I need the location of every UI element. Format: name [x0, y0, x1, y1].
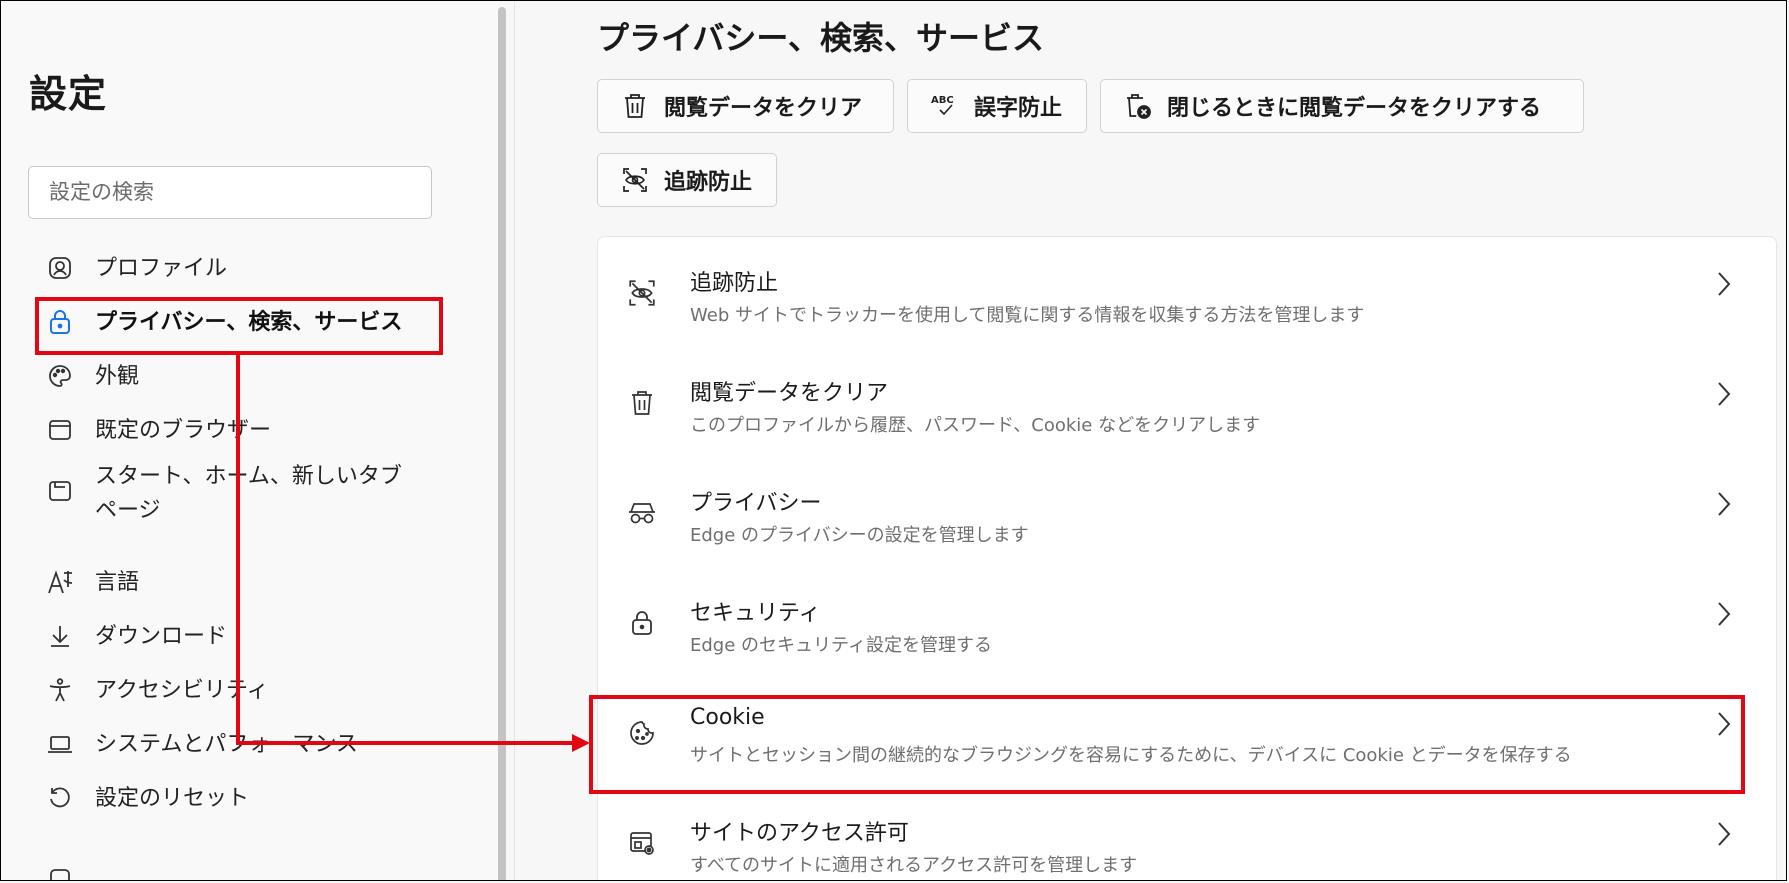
row-description: Edge のプライバシーの設定を管理します [690, 525, 1029, 546]
clear-browsing-data-button[interactable]: 閲覧データをクリア [597, 79, 894, 133]
chevron-right-icon [1718, 382, 1731, 406]
sidebar-item-label: プロファイル [95, 256, 228, 281]
settings-search-input[interactable]: 設定の検索 [28, 166, 432, 219]
sidebar-item-partial[interactable] [45, 863, 95, 880]
sidebar-item-label: 言語 [95, 570, 140, 595]
sidebar-item-label-group: スタート、ホーム、新しいタブ ページ [95, 460, 402, 528]
partial-item-icon [45, 864, 75, 880]
sidebar-item-system-performance[interactable]: システムとパフォーマンス [45, 728, 358, 762]
sidebar-item-label-line2: ページ [95, 498, 161, 523]
sidebar-item-languages[interactable]: 言語 [45, 566, 139, 600]
chevron-right-icon [1718, 822, 1731, 846]
sidebar-item-profile[interactable]: プロファイル [45, 252, 227, 286]
highlight-cookie-row [589, 695, 1745, 794]
tracking-prevention-icon [626, 277, 658, 309]
lock-icon [626, 607, 658, 639]
sidebar-item-label: 外観 [95, 364, 140, 389]
button-label: 閲覧データをクリア [664, 96, 863, 121]
sidebar-item-label: スタート、ホーム、新しいタブ [95, 464, 402, 489]
sidebar-item-reset-settings[interactable]: 設定のリセット [45, 782, 249, 816]
spellcheck-button[interactable]: ABC 誤字防止 [907, 79, 1087, 133]
sidebar-item-label: ダウンロード [95, 624, 228, 649]
accessibility-icon [45, 675, 75, 705]
row-security[interactable]: セキュリティ Edge のセキュリティ設定を管理する [598, 567, 1776, 677]
highlight-privacy-nav [35, 297, 443, 355]
page-title: プライバシー、検索、サービス [597, 19, 1045, 57]
row-description: Web サイトでトラッカーを使用して閲覧に関する情報を収集する方法を管理します [690, 305, 1365, 326]
annotation-arrowhead [572, 734, 590, 752]
spellcheck-icon: ABC [930, 91, 960, 121]
trash-icon [626, 387, 658, 419]
laptop-icon [45, 729, 75, 759]
palette-icon [45, 361, 75, 391]
row-tracking-prevention[interactable]: 追跡防止 Web サイトでトラッカーを使用して閲覧に関する情報を収集する方法を管… [598, 237, 1776, 347]
button-label: 追跡防止 [664, 170, 753, 195]
button-label: 閉じるときに閲覧データをクリアする [1167, 96, 1542, 121]
row-description: すべてのサイトに適用されるアクセス許可を管理します [690, 855, 1138, 876]
row-clear-browsing-data[interactable]: 閲覧データをクリア このプロファイルから履歴、パスワード、Cookie などをク… [598, 347, 1776, 457]
language-icon [45, 567, 75, 597]
row-site-permissions[interactable]: サイトのアクセス許可 すべてのサイトに適用されるアクセス許可を管理します [598, 787, 1776, 880]
chevron-right-icon [1718, 602, 1731, 626]
sidebar-scrollbar[interactable] [498, 7, 506, 880]
window-frame: 設定 設定の検索 プロファイル プライバシー、検索、サービス 外観 既定のブラウ… [0, 0, 1787, 881]
row-title: セキュリティ [690, 601, 821, 626]
row-title: プライバシー [690, 491, 822, 516]
sidebar-item-appearance[interactable]: 外観 [45, 360, 139, 394]
tracking-prevention-button[interactable]: 追跡防止 [597, 153, 777, 207]
annotation-connector-horizontal [236, 741, 576, 745]
row-title: 追跡防止 [690, 271, 779, 296]
site-permissions-icon [626, 827, 658, 859]
sidebar-item-downloads[interactable]: ダウンロード [45, 620, 227, 654]
svg-text:ABC: ABC [931, 95, 954, 106]
browser-icon [45, 415, 75, 445]
profile-icon [45, 253, 75, 283]
trash-clock-icon [1123, 91, 1153, 121]
new-tab-icon [45, 476, 75, 506]
button-label: 誤字防止 [974, 96, 1063, 121]
sidebar: 設定 設定の検索 プロファイル プライバシー、検索、サービス 外観 既定のブラウ… [1, 1, 498, 880]
chevron-right-icon [1718, 492, 1731, 516]
clear-on-close-button[interactable]: 閉じるときに閲覧データをクリアする [1100, 79, 1584, 133]
annotation-connector-vertical [236, 355, 240, 745]
sidebar-item-start-home[interactable]: スタート、ホーム、新しいタブ ページ [45, 460, 402, 528]
incognito-icon [626, 497, 658, 529]
download-icon [45, 621, 75, 651]
sidebar-item-label: 設定のリセット [95, 786, 250, 811]
row-title: 閲覧データをクリア [690, 381, 889, 406]
reset-icon [45, 783, 75, 813]
sidebar-item-label: システムとパフォーマンス [95, 732, 358, 757]
row-title: サイトのアクセス許可 [690, 821, 909, 846]
trash-icon [620, 91, 650, 121]
row-privacy[interactable]: プライバシー Edge のプライバシーの設定を管理します [598, 457, 1776, 567]
tracking-prevention-icon [620, 165, 650, 195]
sidebar-item-label: アクセシビリティ [95, 678, 269, 703]
row-description: Edge のセキュリティ設定を管理する [690, 635, 992, 656]
sidebar-item-label: 既定のブラウザー [95, 418, 272, 443]
row-description: このプロファイルから履歴、パスワード、Cookie などをクリアします [690, 415, 1261, 436]
settings-title: 設定 [29, 72, 108, 116]
chevron-right-icon [1718, 272, 1731, 296]
